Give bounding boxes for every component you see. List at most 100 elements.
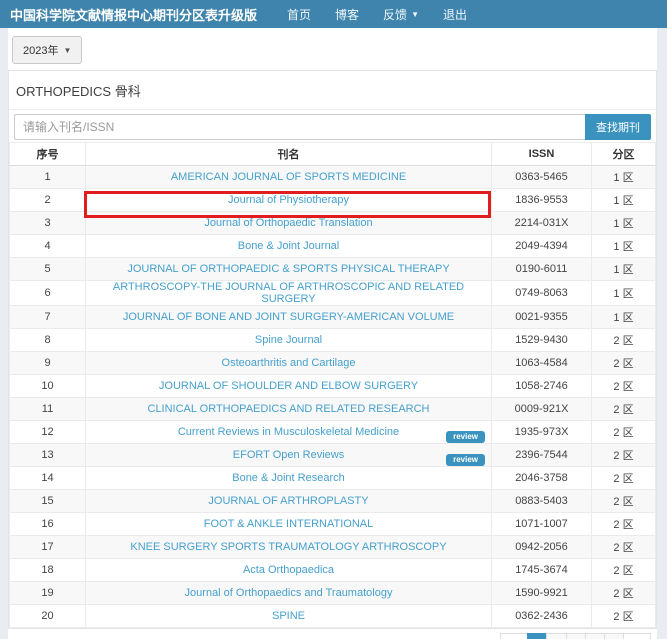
- pagination-button[interactable]: 4: [585, 633, 605, 639]
- zone-value: 1 区: [592, 166, 656, 189]
- journal-link[interactable]: Osteoarthritis and Cartilage: [222, 357, 356, 369]
- table-row: 2 Journal of Physiotherapy 1836-9553 1 区: [10, 189, 656, 212]
- table-row: 6 ARTHROSCOPY-THE JOURNAL OF ARTHROSCOPI…: [10, 281, 656, 306]
- zone-value: 2 区: [592, 559, 656, 582]
- journal-link[interactable]: Journal of Orthopaedics and Traumatology: [185, 587, 393, 599]
- issn-value: 1745-3674: [492, 559, 592, 582]
- zone-value: 2 区: [592, 467, 656, 490]
- year-dropdown-button[interactable]: 2023年 ▼: [12, 36, 82, 64]
- journal-name-cell: Spine Journal: [86, 329, 492, 352]
- year-dropdown-label: 2023年: [23, 42, 58, 58]
- journal-link[interactable]: JOURNAL OF SHOULDER AND ELBOW SURGERY: [159, 380, 418, 392]
- zone-value: 1 区: [592, 212, 656, 235]
- zone-value: 1 区: [592, 258, 656, 281]
- journal-link[interactable]: CLINICAL ORTHOPAEDICS AND RELATED RESEAR…: [148, 403, 430, 415]
- journal-name-cell: Osteoarthritis and Cartilage: [86, 352, 492, 375]
- journal-link[interactable]: SPINE: [272, 610, 305, 622]
- journal-link[interactable]: JOURNAL OF ORTHOPAEDIC & SPORTS PHYSICAL…: [127, 263, 449, 275]
- top-navbar: 中国科学院文献情报中心期刊分区表升级版 首页 博客 反馈 ▼ 退出: [0, 0, 667, 28]
- journal-link[interactable]: FOOT & ANKLE INTERNATIONAL: [204, 518, 374, 530]
- header-issn: ISSN: [492, 143, 592, 166]
- table-header-row: 序号 刊名 ISSN 分区: [10, 143, 656, 166]
- journal-link[interactable]: Journal of Physiotherapy: [228, 194, 349, 206]
- zone-value: 2 区: [592, 513, 656, 536]
- issn-value: 2214-031X: [492, 212, 592, 235]
- journal-link[interactable]: Acta Orthopaedica: [243, 564, 334, 576]
- pagination-button[interactable]: «: [500, 633, 528, 639]
- pagination: «12345»: [501, 633, 651, 639]
- zone-value: 1 区: [592, 189, 656, 212]
- search-input[interactable]: [14, 114, 585, 140]
- nav-item[interactable]: 退出: [443, 6, 467, 23]
- journal-link[interactable]: Current Reviews in Musculoskeletal Medic…: [178, 426, 399, 438]
- zone-value: 1 区: [592, 306, 656, 329]
- journal-table: 序号 刊名 ISSN 分区 1 AMERICAN JOURNAL OF SPOR…: [9, 142, 656, 628]
- table-row: 3 Journal of Orthopaedic Translation 221…: [10, 212, 656, 235]
- table-row: 1 AMERICAN JOURNAL OF SPORTS MEDICINE 03…: [10, 166, 656, 189]
- journal-name-cell: JOURNAL OF BONE AND JOINT SURGERY-AMERIC…: [86, 306, 492, 329]
- journal-link[interactable]: AMERICAN JOURNAL OF SPORTS MEDICINE: [171, 171, 406, 183]
- pagination-button[interactable]: 3: [566, 633, 586, 639]
- pagination-button[interactable]: 1: [527, 633, 547, 639]
- journal-link[interactable]: Journal of Orthopaedic Translation: [204, 217, 372, 229]
- nav-item[interactable]: 反馈 ▼: [383, 6, 419, 23]
- issn-value: 1590-9921: [492, 582, 592, 605]
- row-number: 6: [10, 281, 86, 306]
- table-row: 10 JOURNAL OF SHOULDER AND ELBOW SURGERY…: [10, 375, 656, 398]
- table-row: 12 Current Reviews in Musculoskeletal Me…: [10, 421, 656, 444]
- zone-value: 2 区: [592, 398, 656, 421]
- journal-link[interactable]: Bone & Joint Research: [232, 472, 345, 484]
- header-zone: 分区: [592, 143, 656, 166]
- chevron-down-icon: ▼: [63, 46, 71, 55]
- row-number: 9: [10, 352, 86, 375]
- row-number: 4: [10, 235, 86, 258]
- nav-menu: 首页 博客 反馈 ▼ 退出: [263, 6, 467, 23]
- journal-name-cell: FOOT & ANKLE INTERNATIONAL: [86, 513, 492, 536]
- site-brand[interactable]: 中国科学院文献情报中心期刊分区表升级版: [10, 5, 257, 24]
- issn-value: 1071-1007: [492, 513, 592, 536]
- pagination-button[interactable]: »: [623, 633, 651, 639]
- journal-name-cell: CLINICAL ORTHOPAEDICS AND RELATED RESEAR…: [86, 398, 492, 421]
- table-row: 20 SPINE 0362-2436 2 区: [10, 605, 656, 628]
- issn-value: 0363-5465: [492, 166, 592, 189]
- row-number: 18: [10, 559, 86, 582]
- review-badge: review: [446, 431, 485, 443]
- journal-name-cell: Current Reviews in Musculoskeletal Medic…: [86, 421, 492, 444]
- journal-name-cell: Journal of Physiotherapy: [86, 189, 492, 212]
- zone-value: 2 区: [592, 536, 656, 559]
- journal-link[interactable]: Spine Journal: [255, 334, 322, 346]
- issn-value: 0749-8063: [492, 281, 592, 306]
- zone-value: 2 区: [592, 421, 656, 444]
- row-number: 11: [10, 398, 86, 421]
- table-row: 7 JOURNAL OF BONE AND JOINT SURGERY-AMER…: [10, 306, 656, 329]
- pagination-button[interactable]: 5: [604, 633, 624, 639]
- search-journal-button[interactable]: 查找期刊: [585, 114, 651, 140]
- nav-item-label: 博客: [335, 6, 359, 23]
- journal-link[interactable]: ARTHROSCOPY-THE JOURNAL OF ARTHROSCOPIC …: [113, 281, 464, 305]
- pagination-button[interactable]: 2: [546, 633, 566, 639]
- issn-value: 0362-2436: [492, 605, 592, 628]
- table-row: 4 Bone & Joint Journal 2049-4394 1 区: [10, 235, 656, 258]
- table-row: 11 CLINICAL ORTHOPAEDICS AND RELATED RES…: [10, 398, 656, 421]
- issn-value: 1529-9430: [492, 329, 592, 352]
- zone-value: 2 区: [592, 582, 656, 605]
- nav-item[interactable]: 博客: [335, 6, 359, 23]
- row-number: 13: [10, 444, 86, 467]
- zone-value: 1 区: [592, 281, 656, 306]
- table-row: 16 FOOT & ANKLE INTERNATIONAL 1071-1007 …: [10, 513, 656, 536]
- row-number: 15: [10, 490, 86, 513]
- journal-name-cell: Acta Orthopaedica: [86, 559, 492, 582]
- journal-link[interactable]: KNEE SURGERY SPORTS TRAUMATOLOGY ARTHROS…: [130, 541, 446, 553]
- issn-value: 0942-2056: [492, 536, 592, 559]
- table-row: 17 KNEE SURGERY SPORTS TRAUMATOLOGY ARTH…: [10, 536, 656, 559]
- journal-name-cell: JOURNAL OF SHOULDER AND ELBOW SURGERY: [86, 375, 492, 398]
- table-row: 13 EFORT Open Reviews review 2396-7544 2…: [10, 444, 656, 467]
- journal-link[interactable]: JOURNAL OF ARTHROPLASTY: [208, 495, 368, 507]
- nav-item[interactable]: 首页: [287, 6, 311, 23]
- issn-value: 0021-9355: [492, 306, 592, 329]
- journal-link[interactable]: Bone & Joint Journal: [238, 240, 340, 252]
- journal-link[interactable]: EFORT Open Reviews: [233, 449, 344, 461]
- journal-link[interactable]: JOURNAL OF BONE AND JOINT SURGERY-AMERIC…: [123, 311, 454, 323]
- category-title: ORTHOPEDICS 骨科: [9, 71, 656, 110]
- zone-value: 2 区: [592, 329, 656, 352]
